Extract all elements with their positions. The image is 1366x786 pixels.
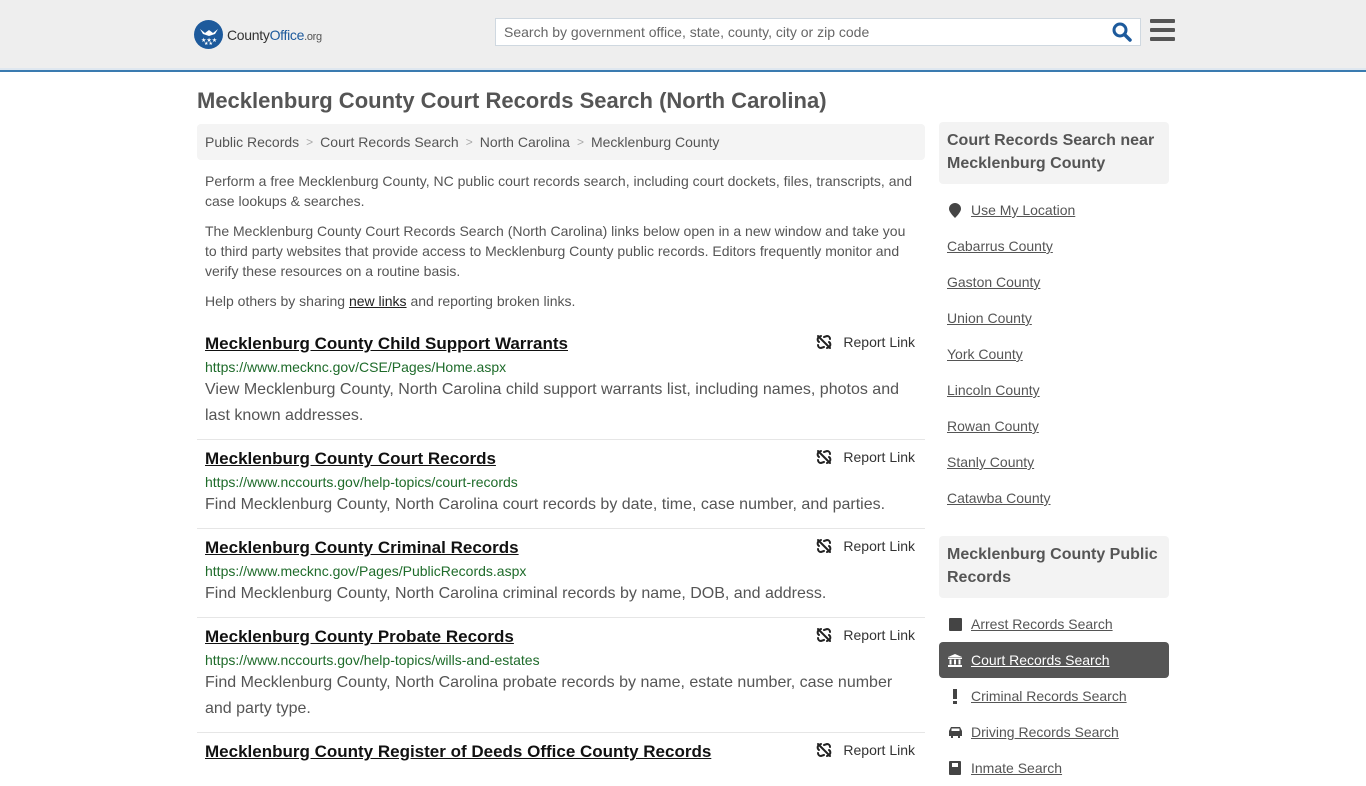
search-input[interactable] [496, 19, 1106, 45]
public-records-heading: Mecklenburg County Public Records [939, 536, 1169, 598]
inmate-icon [947, 761, 963, 775]
breadcrumb-court-records-search[interactable]: Court Records Search [320, 134, 459, 150]
sidebar-item-label[interactable]: Inmate Search [971, 760, 1062, 776]
menu-bar [1150, 28, 1175, 32]
svg-text:★★: ★★ [204, 41, 213, 45]
eagle-stars-logo-icon: ★★★ ★★ [194, 20, 223, 49]
sidebar-item-inmate-search[interactable]: Inmate Search [939, 750, 1169, 786]
broken-link-icon [817, 334, 832, 350]
nearby-county-link[interactable]: Cabarrus County [947, 238, 1053, 254]
result-description: View Mecklenburg County, North Carolina … [205, 381, 899, 424]
result-url: https://www.mecknc.gov/Pages/PublicRecor… [205, 563, 527, 579]
use-my-location-item[interactable]: Use My Location [939, 192, 1169, 228]
nearby-county-link[interactable]: York County [947, 346, 1023, 362]
result-title-link[interactable]: Mecklenburg County Register of Deeds Off… [205, 740, 711, 764]
result-description: Find Mecklenburg County, North Carolina … [205, 585, 827, 602]
map-marker-icon [947, 202, 963, 218]
use-my-location-link[interactable]: Use My Location [971, 202, 1075, 218]
report-link-button[interactable]: Report Link [815, 333, 915, 351]
nearby-county-link[interactable]: Gaston County [947, 274, 1040, 290]
search-box [495, 18, 1141, 46]
public-records-block: Mecklenburg County Public Records Arrest… [939, 536, 1169, 786]
sidebar-item-label[interactable]: Arrest Records Search [971, 616, 1113, 632]
logo-text: CountyOffice.org [227, 26, 322, 43]
result-url: https://www.mecknc.gov/CSE/Pages/Home.as… [205, 359, 507, 375]
car-icon [947, 726, 963, 738]
result-item: Mecklenburg County Criminal Records Repo… [197, 529, 925, 618]
nearby-county-link[interactable]: Lincoln County [947, 382, 1040, 398]
broken-link-icon [817, 627, 832, 643]
result-title-link[interactable]: Mecklenburg County Criminal Records [205, 536, 519, 560]
nearby-county-item[interactable]: Rowan County [939, 408, 1169, 444]
nearby-county-item[interactable]: Catawba County [939, 480, 1169, 516]
search-button[interactable] [1112, 22, 1134, 42]
intro-paragraph: Help others by sharing new links and rep… [205, 293, 576, 309]
result-description: Find Mecklenburg County, North Carolina … [205, 496, 886, 513]
sidebar-item-driving-records[interactable]: Driving Records Search [939, 714, 1169, 750]
exclamation-icon [947, 688, 963, 704]
intro-paragraph: Perform a free Mecklenburg County, NC pu… [205, 173, 913, 209]
result-item: Mecklenburg County Probate Records Repor… [197, 618, 925, 733]
breadcrumb-north-carolina[interactable]: North Carolina [480, 134, 570, 150]
page-title: Mecklenburg County Court Records Search … [197, 88, 827, 113]
new-links-link[interactable]: new links [349, 293, 407, 309]
sidebar-item-label[interactable]: Criminal Records Search [971, 688, 1127, 704]
main-content: Public Records > Court Records Search > … [197, 124, 925, 774]
report-link-button[interactable]: Report Link [815, 626, 915, 644]
result-description: Find Mecklenburg County, North Carolina … [205, 674, 893, 717]
nearby-county-link[interactable]: Catawba County [947, 490, 1051, 506]
result-url: https://www.nccourts.gov/help-topics/cou… [205, 474, 518, 490]
breadcrumb-separator: > [465, 135, 473, 149]
sidebar-item-criminal-records[interactable]: Criminal Records Search [939, 678, 1169, 714]
broken-link-icon [817, 449, 832, 465]
report-link-button[interactable]: Report Link [815, 448, 915, 466]
breadcrumb: Public Records > Court Records Search > … [197, 124, 925, 160]
result-title-link[interactable]: Mecklenburg County Probate Records [205, 625, 514, 649]
intro-text: Perform a free Mecklenburg County, NC pu… [197, 171, 925, 311]
broken-link-icon [817, 538, 832, 554]
hamburger-menu-button[interactable] [1150, 19, 1175, 42]
report-link-button[interactable]: Report Link [815, 741, 915, 759]
nearby-county-link[interactable]: Union County [947, 310, 1032, 326]
nearby-heading: Court Records Search near Mecklenburg Co… [939, 122, 1169, 184]
breadcrumb-mecklenburg-county[interactable]: Mecklenburg County [591, 134, 719, 150]
nearby-county-item[interactable]: Cabarrus County [939, 228, 1169, 264]
result-item: Mecklenburg County Child Support Warrant… [197, 325, 925, 440]
menu-bar [1150, 19, 1175, 23]
public-records-list: Arrest Records Search Court Records Sear… [939, 598, 1169, 786]
nearby-county-item[interactable]: Gaston County [939, 264, 1169, 300]
sidebar-item-label[interactable]: Court Records Search [971, 652, 1110, 668]
breadcrumb-separator: > [576, 135, 584, 149]
result-title-link[interactable]: Mecklenburg County Court Records [205, 447, 496, 471]
nearby-county-item[interactable]: Union County [939, 300, 1169, 336]
result-url: https://www.nccourts.gov/help-topics/wil… [205, 652, 540, 668]
nearby-county-item[interactable]: Stanly County [939, 444, 1169, 480]
courthouse-icon [947, 653, 963, 667]
results-list: Mecklenburg County Child Support Warrant… [197, 325, 925, 774]
square-icon [947, 617, 963, 631]
sidebar-item-arrest-records[interactable]: Arrest Records Search [939, 606, 1169, 642]
report-link-button[interactable]: Report Link [815, 537, 915, 555]
result-item: Mecklenburg County Court Records Report … [197, 440, 925, 529]
search-icon [1112, 22, 1132, 42]
site-logo[interactable]: ★★★ ★★ CountyOffice.org [194, 20, 322, 49]
menu-bar [1150, 37, 1175, 41]
breadcrumb-separator: > [306, 135, 314, 149]
nearby-county-item[interactable]: Lincoln County [939, 372, 1169, 408]
nearby-county-link[interactable]: Rowan County [947, 418, 1039, 434]
site-header: ★★★ ★★ CountyOffice.org [0, 0, 1366, 72]
nearby-list: Use My Location Cabarrus County Gaston C… [939, 184, 1169, 516]
sidebar: Court Records Search near Mecklenburg Co… [939, 122, 1169, 786]
result-title-link[interactable]: Mecklenburg County Child Support Warrant… [205, 332, 568, 356]
sidebar-item-court-records[interactable]: Court Records Search [939, 642, 1169, 678]
breadcrumb-public-records[interactable]: Public Records [205, 134, 299, 150]
nearby-county-link[interactable]: Stanly County [947, 454, 1034, 470]
intro-paragraph: The Mecklenburg County Court Records Sea… [205, 223, 906, 279]
nearby-county-item[interactable]: York County [939, 336, 1169, 372]
broken-link-icon [817, 742, 832, 758]
sidebar-item-label[interactable]: Driving Records Search [971, 724, 1119, 740]
